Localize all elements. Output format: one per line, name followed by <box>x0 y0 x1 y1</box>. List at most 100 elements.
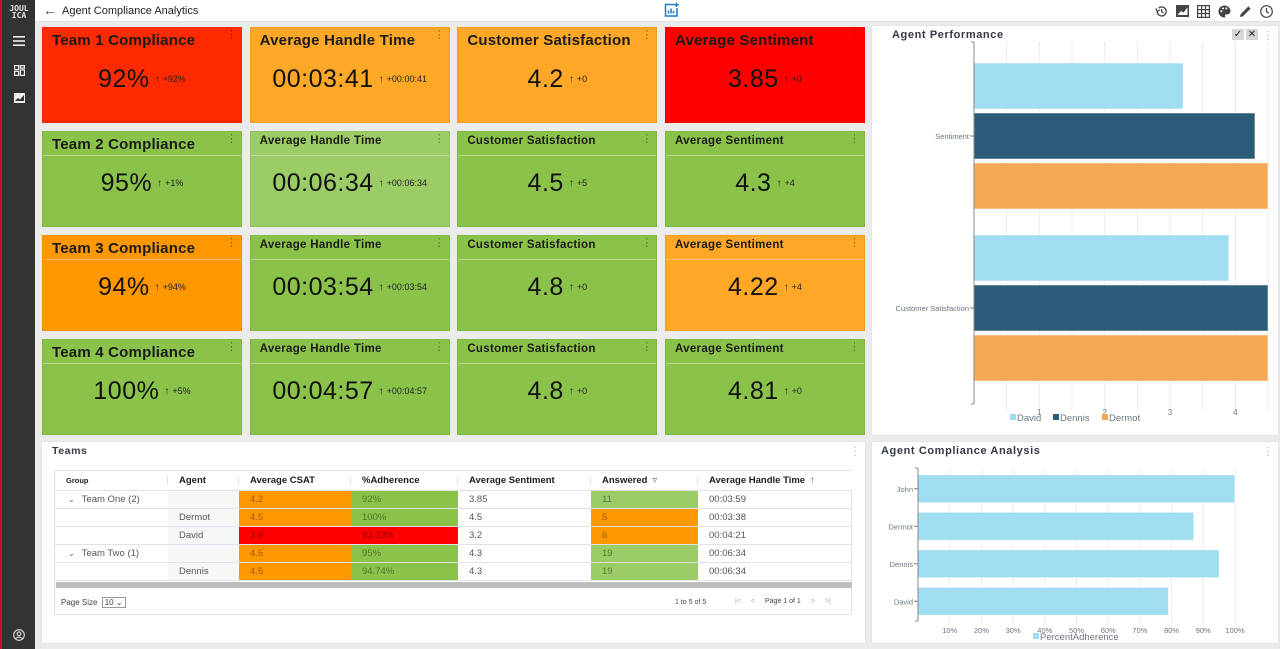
bar-dermot-customer-satisfaction[interactable] <box>973 334 1269 382</box>
x-tick-label: 80% <box>1164 626 1179 635</box>
bar-dennis[interactable] <box>917 549 1220 579</box>
column-header[interactable]: Answered ▿ <box>591 471 698 491</box>
kpi-tile[interactable]: Average Handle Time ⋮ 00:06:34 ↑ +00:06:34 <box>249 131 450 227</box>
chevron-down-icon[interactable]: ⌄ <box>68 549 75 558</box>
column-header[interactable]: Agent <box>168 471 239 491</box>
column-header[interactable]: Average CSAT <box>239 471 351 491</box>
kpi-tile[interactable]: Average Sentiment ⋮ 4.81 ↑ +0 <box>664 339 865 435</box>
menu-icon[interactable] <box>10 33 28 49</box>
kpi-tile-menu-icon[interactable]: ⋮ <box>226 342 237 353</box>
kpi-tile-menu-icon[interactable]: ⋮ <box>226 30 237 41</box>
pencil-icon[interactable] <box>1237 3 1253 19</box>
kpi-tile-menu-icon[interactable]: ⋮ <box>641 30 652 41</box>
table-row[interactable]: Dermot 4.5 100% 4.5 5 00:03:38 <box>55 508 852 527</box>
kpi-tile-title: Team 2 Compliance <box>52 136 196 153</box>
kpi-tile-menu-icon[interactable]: ⋮ <box>641 342 652 353</box>
kpi-tile[interactable]: Average Sentiment ⋮ 4.22 ↑ +4 <box>664 235 865 331</box>
kpi-tile-menu-icon[interactable]: ⋮ <box>641 238 652 249</box>
add-chart-icon[interactable] <box>663 2 679 18</box>
kpi-tile-divider <box>250 363 449 364</box>
agent-cell <box>168 544 239 563</box>
page-size-label: Page Size <box>61 598 98 607</box>
column-header[interactable]: Average Sentiment <box>458 471 591 491</box>
kpi-tile[interactable]: Customer Satisfaction ⋮ 4.5 ↑ +5 <box>457 131 658 227</box>
horizontal-scrollbar[interactable] <box>56 582 852 588</box>
sort-ascending-icon[interactable]: ↑ <box>810 475 815 486</box>
bar-dennis-sentiment[interactable] <box>973 112 1256 160</box>
table-grid-icon[interactable] <box>1195 3 1211 19</box>
kpi-tile[interactable]: Average Handle Time ⋮ 00:03:54 ↑ +00:03:54 <box>249 235 450 331</box>
kpi-value: 4.8 <box>527 272 564 301</box>
header-toolbar <box>1153 3 1274 19</box>
kpi-tile-divider <box>665 259 864 260</box>
kpi-tile-menu-icon[interactable]: ⋮ <box>849 342 860 353</box>
previous-page-button[interactable]: < <box>751 598 755 605</box>
kpi-tile[interactable]: Team 1 Compliance ⋮ 92% ↑ +92% <box>42 27 242 123</box>
next-page-button[interactable]: > <box>811 598 815 605</box>
first-page-button[interactable]: |< <box>735 598 741 605</box>
kpi-tile-title: Average Sentiment <box>674 239 784 251</box>
kpi-tile[interactable]: Customer Satisfaction ⋮ 4.8 ↑ +0 <box>457 339 658 435</box>
kpi-tile-menu-icon[interactable]: ⋮ <box>641 134 652 145</box>
kpi-tile-menu-icon[interactable]: ⋮ <box>849 134 860 145</box>
table-row[interactable]: Dennis 4.5 94.74% 4.3 19 00:06:34 <box>55 562 852 581</box>
kpi-tile-menu-icon[interactable]: ⋮ <box>434 134 445 145</box>
bar-david[interactable] <box>917 586 1169 616</box>
kpi-value: 00:03:54 <box>272 272 374 301</box>
group-row[interactable]: ⌄ Team Two (1) 4.5 95% 4.3 19 00:06:34 <box>55 544 852 563</box>
image-chart-icon[interactable] <box>10 90 28 106</box>
kpi-tile-body: 4.8 ↑ +0 <box>458 272 656 302</box>
group-row[interactable]: ⌄ Team One (2) 4.2 92% 3.85 11 00:03:59 <box>55 490 852 509</box>
area-chart-icon[interactable] <box>1174 3 1190 19</box>
kpi-tile-menu-icon[interactable]: ⋮ <box>434 30 445 41</box>
kpi-tile-menu-icon[interactable]: ⋮ <box>434 238 445 249</box>
column-header[interactable]: %Adherence <box>351 471 458 491</box>
kpi-tile[interactable]: Customer Satisfaction ⋮ 4.8 ↑ +0 <box>457 235 658 331</box>
kpi-tile-menu-icon[interactable]: ⋮ <box>226 134 237 145</box>
palette-icon[interactable] <box>1216 3 1232 19</box>
kpi-tile[interactable]: Average Handle Time ⋮ 00:04:57 ↑ +00:04:57 <box>249 339 450 435</box>
legend-item-dennis[interactable]: Dennis <box>1053 413 1090 424</box>
kpi-tile-body: 95% ↑ +1% <box>43 168 241 198</box>
kpi-tile[interactable]: Average Handle Time ⋮ 00:03:41 ↑ +00:00:41 <box>249 27 450 123</box>
legend-item-dermot[interactable]: Dermot <box>1102 413 1141 424</box>
page-size-select[interactable]: 10 ⌄ <box>101 597 126 608</box>
column-header[interactable]: Average Handle Time ↑ <box>698 471 852 491</box>
legend-item-david[interactable]: David <box>1010 413 1041 424</box>
group-cell[interactable]: ⌄ Team One (2) <box>55 490 168 509</box>
chevron-down-icon[interactable]: ⌄ <box>68 495 75 504</box>
kpi-tile-menu-icon[interactable]: ⋮ <box>434 342 445 353</box>
kpi-tile-title: Average Sentiment <box>674 343 784 355</box>
clock-icon[interactable] <box>1258 3 1274 19</box>
last-page-button[interactable]: >| <box>825 598 831 605</box>
kpi-tile-menu-icon[interactable]: ⋮ <box>849 30 860 41</box>
kpi-tile[interactable]: Team 4 Compliance ⋮ 100% ↑ +5% <box>42 339 242 435</box>
kpi-tile[interactable]: Team 3 Compliance ⋮ 94% ↑ +94% <box>42 235 242 331</box>
bar-dermot[interactable] <box>917 511 1195 541</box>
bar-john[interactable] <box>917 474 1236 504</box>
kpi-tile-menu-icon[interactable]: ⋮ <box>849 238 860 249</box>
bar-david-customer-satisfaction[interactable] <box>973 234 1230 282</box>
kpi-tile[interactable]: Average Sentiment ⋮ 4.3 ↑ +4 <box>664 131 865 227</box>
bar-dermot-sentiment[interactable] <box>973 162 1269 210</box>
table-row[interactable]: David 3.9 83.33% 3.2 6 00:04:21 <box>55 526 852 545</box>
dashboard-icon[interactable] <box>10 62 28 78</box>
kpi-tile-menu-icon[interactable]: ⋮ <box>226 238 237 249</box>
kpi-tile[interactable]: Team 2 Compliance ⋮ 95% ↑ +1% <box>42 131 242 227</box>
column-header[interactable]: Group <box>55 471 168 491</box>
filter-icon[interactable]: ▿ <box>652 475 657 486</box>
legend-item-percentadherence[interactable]: PercentAdherence <box>1033 632 1119 643</box>
history-icon[interactable] <box>1153 3 1169 19</box>
bar-david-sentiment[interactable] <box>973 62 1184 110</box>
bar-dennis-customer-satisfaction[interactable] <box>973 284 1269 332</box>
user-circle-icon[interactable] <box>10 627 28 643</box>
trend-up-icon: ↑ <box>378 177 384 189</box>
teams-menu-icon[interactable]: ⋮ <box>849 445 861 457</box>
arrow-left-icon[interactable]: ← <box>43 2 57 18</box>
kpi-tile[interactable]: Customer Satisfaction ⋮ 4.2 ↑ +0 <box>457 27 658 123</box>
kpi-value: 94% <box>98 272 150 301</box>
kpi-delta: +0 <box>576 74 588 84</box>
kpi-tile[interactable]: Average Sentiment ⋮ 3.85 ↑ +0 <box>664 27 865 123</box>
group-cell[interactable]: ⌄ Team Two (1) <box>55 544 168 563</box>
kpi-tile-grid: Team 1 Compliance ⋮ 92% ↑ +92% Average Handle… <box>42 27 865 435</box>
